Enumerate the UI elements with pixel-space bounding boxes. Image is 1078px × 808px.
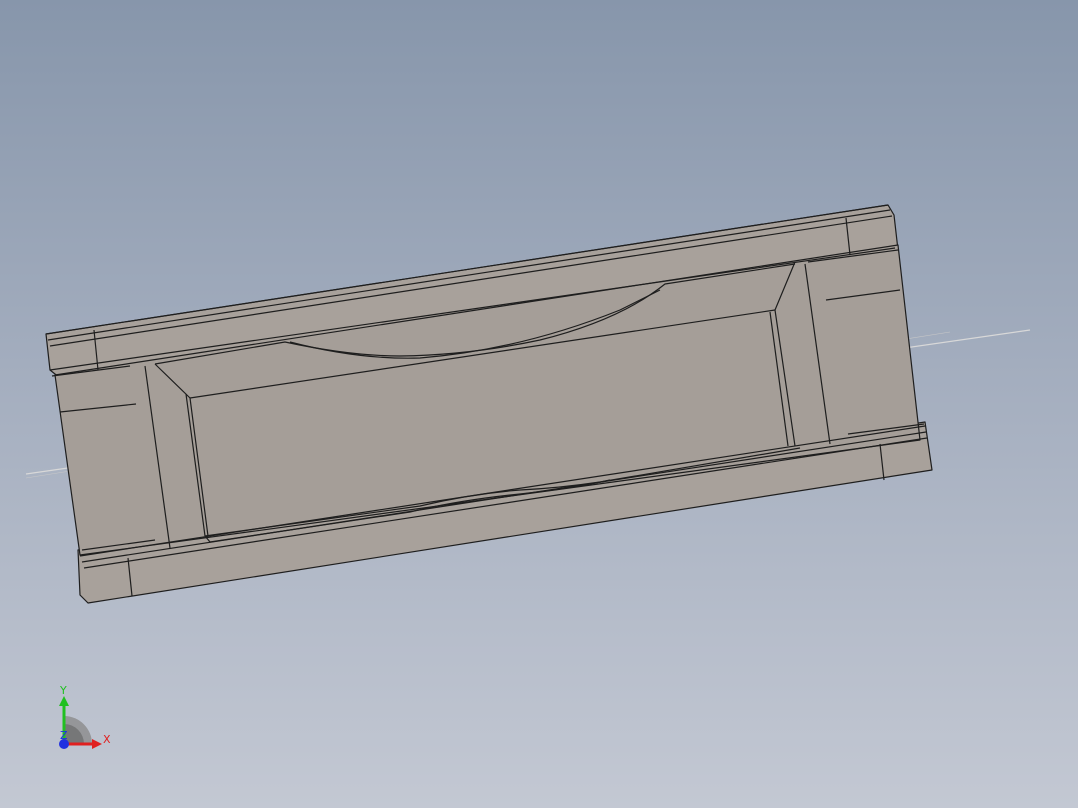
z-axis-label: Z — [60, 729, 68, 742]
y-axis-label: Y — [59, 684, 67, 697]
x-axis-label: X — [103, 733, 111, 746]
cad-part-body[interactable] — [45, 204, 933, 604]
coordinate-triad: Y X Z — [59, 684, 111, 749]
3d-viewport[interactable]: Y X Z — [0, 0, 1078, 808]
cad-part-view[interactable] — [0, 0, 1078, 808]
